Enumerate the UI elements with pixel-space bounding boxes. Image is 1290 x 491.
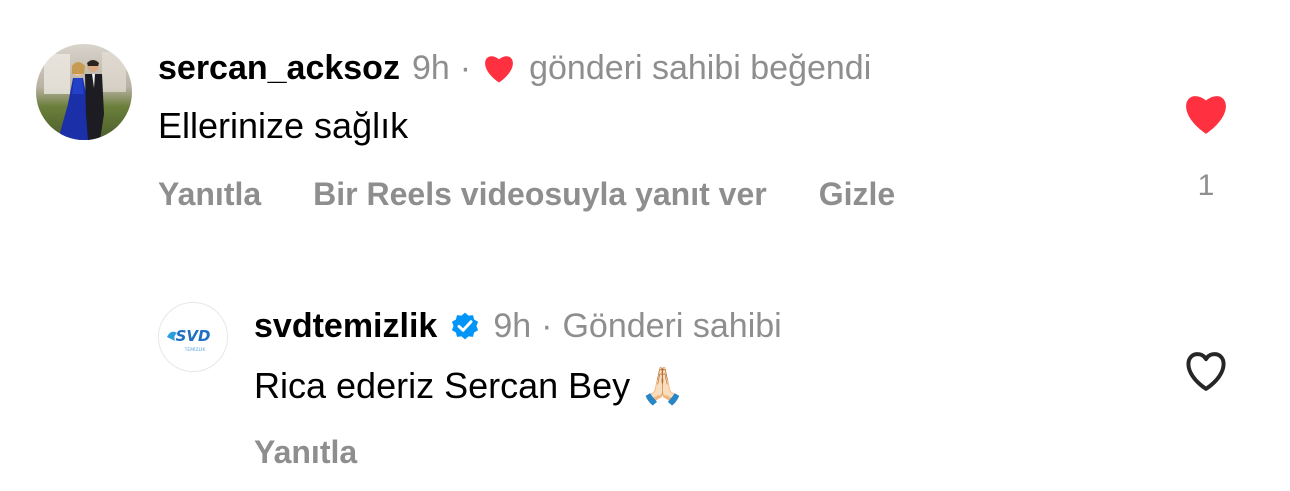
username[interactable]: svdtemizlik bbox=[254, 306, 437, 346]
liked-by-author-label: gönderi sahibi beğendi bbox=[529, 49, 872, 87]
like-button[interactable] bbox=[1181, 90, 1231, 141]
comment-actions: Yanıtla Bir Reels videosuyla yanıt ver G… bbox=[158, 174, 947, 214]
like-button[interactable] bbox=[1181, 348, 1231, 399]
comments-section: sercan_acksoz 9h · gönderi sahibi beğend… bbox=[0, 0, 1290, 491]
comment-time: 9h bbox=[493, 307, 532, 345]
logo-subtext: TEMİZLİK bbox=[184, 346, 207, 353]
comment-text: Ellerinize sağlık bbox=[158, 105, 409, 146]
reply-with-reel-button[interactable]: Bir Reels videosuyla yanıt ver bbox=[313, 174, 767, 214]
username[interactable]: sercan_acksoz bbox=[158, 48, 400, 88]
avatar[interactable] bbox=[36, 44, 132, 140]
like-count: 1 bbox=[1197, 169, 1215, 202]
comment-actions: Yanıtla bbox=[254, 432, 409, 472]
separator-dot: · bbox=[541, 307, 553, 345]
comment-time: 9h bbox=[411, 49, 450, 87]
verified-badge-icon bbox=[449, 310, 481, 342]
comment-text: Rica ederiz Sercan Bey 🙏🏻 bbox=[254, 365, 685, 406]
comment-meta: sercan_acksoz 9h · gönderi sahibi beğend… bbox=[158, 48, 871, 88]
heart-filled-icon bbox=[1186, 96, 1226, 134]
avatar[interactable]: SVD TEMİZLİK bbox=[158, 302, 228, 372]
svd-logo: SVD TEMİZLİK bbox=[159, 303, 227, 371]
separator-dot: · bbox=[459, 49, 472, 87]
logo-text: SVD bbox=[176, 327, 211, 345]
heart-outline-icon bbox=[1186, 352, 1226, 391]
reply-button[interactable]: Yanıtla bbox=[254, 432, 357, 472]
reply-button[interactable]: Yanıtla bbox=[158, 174, 261, 214]
hide-button[interactable]: Gizle bbox=[819, 174, 895, 214]
avatar-photo bbox=[36, 44, 132, 140]
comment-meta: svdtemizlik 9h · Gönderi sahibi bbox=[254, 306, 782, 346]
author-badge-label: Gönderi sahibi bbox=[562, 307, 782, 345]
heart-icon bbox=[481, 52, 517, 84]
